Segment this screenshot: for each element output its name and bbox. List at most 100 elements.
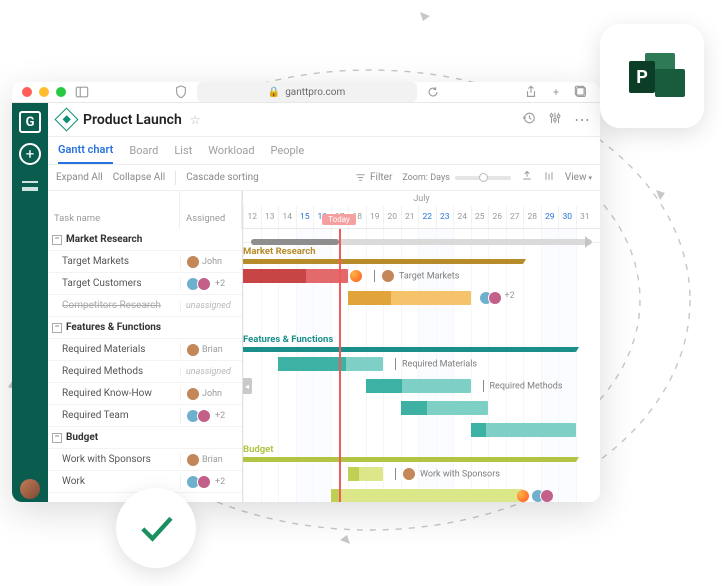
- task-bar[interactable]: Required Methods: [366, 379, 471, 393]
- reload-button[interactable]: [424, 83, 442, 101]
- address-bar[interactable]: 🔒 ganttpro.com: [197, 82, 417, 102]
- expand-all-button[interactable]: Expand All: [56, 172, 103, 183]
- calendar-day: 27: [506, 206, 524, 228]
- group-bar-label: Market Research: [243, 246, 316, 257]
- task-row[interactable]: Required Methods unassigned: [48, 361, 242, 383]
- view-button[interactable]: View ▾: [565, 172, 592, 183]
- project-bar: ◆ Product Launch ☆ ⋯: [48, 103, 600, 137]
- calendar-day: 12: [243, 206, 261, 228]
- calendar-day: 22: [418, 206, 436, 228]
- task-bar[interactable]: [401, 401, 489, 415]
- calendar-day: 20: [383, 206, 401, 228]
- calendar-month: July: [243, 191, 600, 206]
- assignee-cell[interactable]: unassigned: [180, 301, 242, 311]
- task-bar-label: Work with Sponsors: [387, 467, 500, 481]
- gantt-chart[interactable]: July 12131415161718192021222324252627282…: [243, 191, 600, 502]
- more-menu-icon[interactable]: ⋯: [574, 110, 590, 129]
- window-close-button[interactable]: [22, 87, 32, 97]
- task-bar-label: Required Methods: [475, 380, 563, 392]
- calendar-day: 15: [296, 206, 314, 228]
- task-name: Required Know-How: [62, 388, 152, 399]
- task-name: Budget: [66, 432, 98, 443]
- window-minimize-button[interactable]: [39, 87, 49, 97]
- task-bar[interactable]: +2: [348, 291, 471, 305]
- zoom-control[interactable]: Zoom: Days: [402, 173, 511, 183]
- rail-menu-icon[interactable]: [22, 181, 38, 191]
- task-name: Required Materials: [62, 344, 145, 355]
- assignee-cell[interactable]: Brian: [180, 343, 242, 357]
- tab-workload[interactable]: Workload: [208, 137, 254, 164]
- assignee-cell[interactable]: John: [180, 255, 242, 269]
- current-user-avatar[interactable]: [20, 479, 40, 499]
- assignee-cell[interactable]: Brian: [180, 453, 242, 467]
- browser-window: 🔒 ganttpro.com + G +: [12, 82, 600, 502]
- favorite-star-button[interactable]: ☆: [190, 113, 201, 127]
- assignee-cell[interactable]: +2: [180, 277, 242, 291]
- collapse-all-button[interactable]: Collapse All: [113, 172, 165, 183]
- assignee-cell[interactable]: +2: [180, 475, 242, 489]
- task-bar[interactable]: Required Materials: [278, 357, 383, 371]
- flame-icon: [350, 270, 362, 282]
- task-grid: Task name Assigned −Market ResearchTarge…: [48, 191, 243, 502]
- settings-sliders-icon[interactable]: [548, 110, 562, 129]
- assignee-cell[interactable]: +2: [180, 409, 242, 423]
- task-bar[interactable]: [331, 489, 524, 502]
- privacy-shield-button[interactable]: [172, 83, 190, 101]
- group-bar-label: Features & Functions: [243, 334, 333, 345]
- assignee-cell[interactable]: John: [180, 387, 242, 401]
- gantt-toolbar: Expand All Collapse All Cascade sorting …: [48, 165, 600, 191]
- assignee-cell[interactable]: unassigned: [180, 367, 242, 377]
- export-icon[interactable]: [521, 170, 533, 185]
- task-name: Required Methods: [62, 366, 143, 377]
- cascade-sorting-button[interactable]: Cascade sorting: [186, 172, 259, 183]
- task-row[interactable]: Competitors Researchunassigned: [48, 295, 242, 317]
- task-bar-label: Required Materials: [387, 358, 477, 370]
- calendar-day: 14: [278, 206, 296, 228]
- group-bar[interactable]: [243, 457, 576, 462]
- tab-list[interactable]: List: [174, 137, 192, 164]
- tab-board[interactable]: Board: [129, 137, 158, 164]
- window-maximize-button[interactable]: [56, 87, 66, 97]
- task-row[interactable]: Work with SponsorsBrian: [48, 449, 242, 471]
- task-group-row[interactable]: −Budget: [48, 427, 242, 449]
- ms-project-letter: P: [629, 61, 655, 93]
- group-bar[interactable]: [243, 259, 523, 264]
- new-project-button[interactable]: +: [19, 143, 41, 165]
- checkmark-badge: [116, 488, 196, 568]
- view-tabs: Gantt chart Board List Workload People: [48, 137, 600, 165]
- task-row[interactable]: Required Team+2: [48, 405, 242, 427]
- new-tab-button[interactable]: +: [547, 83, 565, 101]
- group-bar[interactable]: [243, 347, 576, 352]
- task-row[interactable]: Required Materials Brian: [48, 339, 242, 361]
- titlebar: 🔒 ganttpro.com +: [12, 82, 600, 103]
- calendar-day: 13: [261, 206, 279, 228]
- tab-gantt[interactable]: Gantt chart: [58, 137, 113, 164]
- calendar-day: 24: [453, 206, 471, 228]
- share-button[interactable]: [522, 83, 540, 101]
- flame-icon: [517, 490, 529, 502]
- task-row[interactable]: Target MarketsJohn: [48, 251, 242, 273]
- collapse-group-button[interactable]: −: [52, 433, 62, 443]
- columns-icon[interactable]: [543, 170, 555, 185]
- collapse-group-button[interactable]: −: [52, 235, 62, 245]
- calendar-day: 31: [576, 206, 594, 228]
- filter-button[interactable]: Filter: [355, 172, 392, 183]
- task-group-row[interactable]: −Market Research: [48, 229, 242, 251]
- history-icon[interactable]: [522, 110, 536, 129]
- collapse-group-button[interactable]: −: [52, 323, 62, 333]
- task-bar[interactable]: [471, 423, 576, 437]
- task-row[interactable]: Required Know-How John: [48, 383, 242, 405]
- calendar-day: 25: [471, 206, 489, 228]
- task-group-row[interactable]: −Features & Functions: [48, 317, 242, 339]
- tab-overview-button[interactable]: [572, 83, 590, 101]
- task-row[interactable]: Target Customers+2: [48, 273, 242, 295]
- task-bar[interactable]: Work with Sponsors: [348, 467, 383, 481]
- panel-collapse-handle[interactable]: ◂: [243, 378, 252, 394]
- calendar-day: 26: [488, 206, 506, 228]
- col-header-assigned: Assigned: [180, 191, 242, 229]
- task-bar[interactable]: Target Markets: [243, 269, 348, 283]
- sidebar-toggle-button[interactable]: [73, 83, 91, 101]
- app-logo[interactable]: G: [19, 111, 41, 133]
- calendar-day: 21: [401, 206, 419, 228]
- tab-people[interactable]: People: [271, 137, 305, 164]
